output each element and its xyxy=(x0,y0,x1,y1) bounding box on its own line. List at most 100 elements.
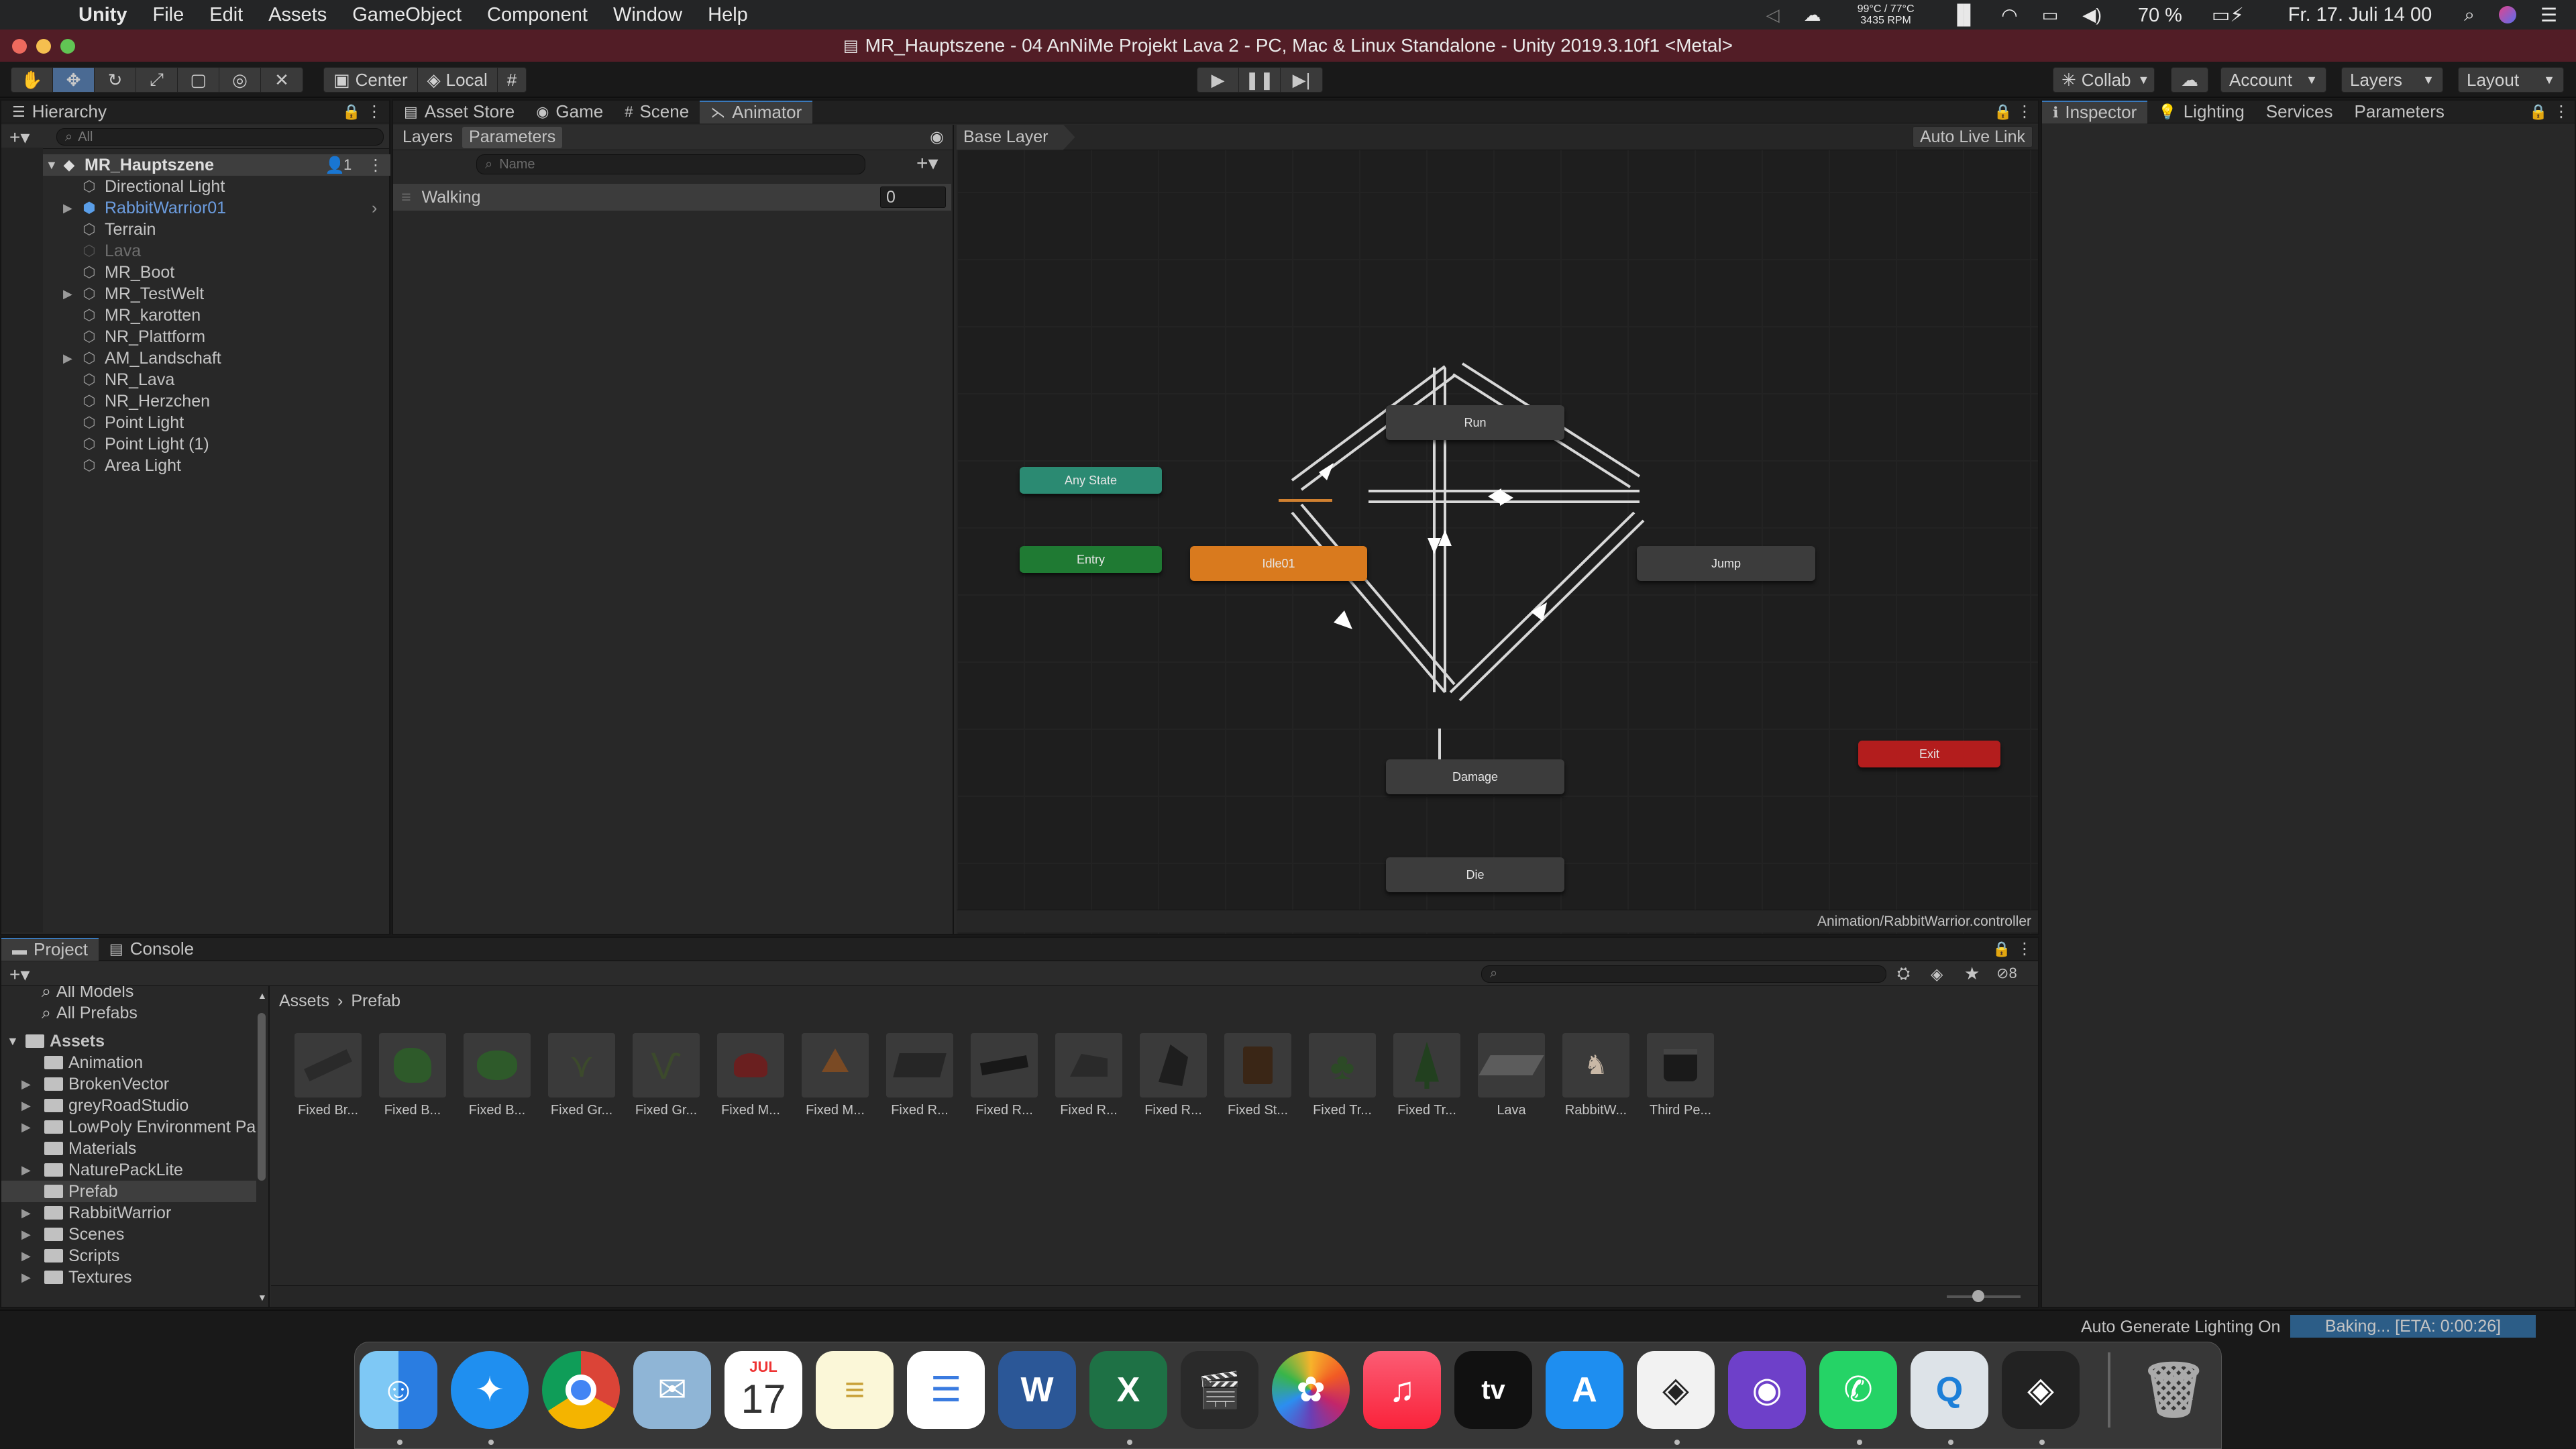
drag-handle-icon[interactable]: ≡ xyxy=(401,188,411,207)
state-exit[interactable]: Exit xyxy=(1858,741,2000,767)
grid-snap-icon[interactable]: # xyxy=(498,68,526,92)
state-die[interactable]: Die xyxy=(1386,857,1564,892)
folder-item-selected[interactable]: Prefab xyxy=(1,1181,256,1202)
wifi-icon[interactable]: ◠ xyxy=(2001,4,2017,26)
parameter-value-field[interactable]: 0 xyxy=(880,186,946,208)
pivot-local-button[interactable]: ◈ Local xyxy=(418,68,498,92)
tab-hierarchy[interactable]: ☰ Hierarchy xyxy=(1,101,117,123)
asset-item[interactable]: Fixed M... xyxy=(714,1033,788,1118)
tab-scene[interactable]: # Scene xyxy=(614,101,700,123)
step-icon[interactable]: ▶| xyxy=(1281,68,1322,92)
state-any-state[interactable]: Any State xyxy=(1020,467,1162,494)
custom-tool-icon[interactable]: ✕ xyxy=(261,68,303,92)
asset-item[interactable]: Third Pe... xyxy=(1644,1033,1717,1118)
hierarchy-item[interactable]: ⬡ Point Light xyxy=(1,412,390,433)
tab-lighting[interactable]: 💡 Lighting xyxy=(2147,101,2255,123)
asset-item[interactable]: Fixed M... xyxy=(798,1033,872,1118)
tab-parameters[interactable]: Parameters xyxy=(2344,101,2455,123)
add-icon[interactable]: +▾ xyxy=(9,963,30,985)
hierarchy-item[interactable]: ⬡ MR_karotten xyxy=(1,305,390,326)
subtab-parameters[interactable]: Parameters xyxy=(462,126,563,148)
more-options-icon[interactable]: ⋮ xyxy=(366,102,382,121)
cloud-icon[interactable]: ☁ xyxy=(2171,67,2208,93)
add-parameter-icon[interactable]: +▾ xyxy=(916,152,938,175)
parameter-search-input[interactable]: ⌕ Name xyxy=(476,154,865,174)
rect-tool-icon[interactable]: ▢ xyxy=(178,68,219,92)
dock-apple-tv-icon[interactable]: tv xyxy=(1454,1351,1532,1429)
asset-item[interactable]: ⋎ Fixed Gr... xyxy=(545,1033,619,1118)
folder-item[interactable]: ▶ NaturePackLite xyxy=(21,1159,183,1181)
dock-photos-icon[interactable]: ✿ xyxy=(1272,1351,1350,1429)
menu-file[interactable]: File xyxy=(140,4,197,26)
state-entry[interactable]: Entry xyxy=(1020,546,1162,573)
tab-game[interactable]: ◉ Game xyxy=(525,101,614,123)
hierarchy-item[interactable]: ⬡ Terrain xyxy=(1,219,390,240)
account-dropdown[interactable]: Account ▼ xyxy=(2220,67,2326,93)
search-by-label-icon[interactable]: ◈ xyxy=(1931,965,1943,984)
menu-help[interactable]: Help xyxy=(695,4,761,26)
menu-edit[interactable]: Edit xyxy=(197,4,256,26)
zoom-window-button[interactable] xyxy=(60,39,75,54)
rotate-tool-icon[interactable]: ↻ xyxy=(95,68,136,92)
lock-icon[interactable]: 🔒 xyxy=(342,103,360,121)
dock-finder-icon[interactable]: ☺ xyxy=(360,1351,437,1429)
dock-notes-icon[interactable]: ≡ xyxy=(816,1351,894,1429)
hierarchy-item[interactable]: ⬡ Point Light (1) xyxy=(1,433,390,455)
state-run[interactable]: Run xyxy=(1386,405,1564,440)
fan-status-icon[interactable]: ☁ xyxy=(1804,5,1821,25)
dock-reminders-icon[interactable]: ☰ xyxy=(907,1351,985,1429)
more-options-icon[interactable]: ⋮ xyxy=(2017,102,2033,121)
siri-icon[interactable] xyxy=(2498,6,2516,23)
dock-final-cut-icon[interactable]: 🎬 xyxy=(1181,1351,1258,1429)
more-options-icon[interactable]: ⋮ xyxy=(2017,939,2033,959)
asset-item[interactable]: Fixed R... xyxy=(883,1033,957,1118)
assets-root[interactable]: ▼ Assets xyxy=(7,1030,105,1052)
folder-item[interactable]: Materials xyxy=(21,1138,136,1159)
dock-excel-icon[interactable]: X xyxy=(1089,1351,1167,1429)
hierarchy-item[interactable]: ▶ ⬢ RabbitWarrior01 › xyxy=(1,197,390,219)
hierarchy-item[interactable]: ⬡ Lava xyxy=(1,240,390,262)
lock-icon[interactable]: 🔒 xyxy=(1994,103,2012,121)
scroll-down-icon[interactable]: ▼ xyxy=(258,1292,267,1303)
visibility-eye-icon[interactable]: ◉ xyxy=(930,127,944,147)
folder-item[interactable]: ▶ BrokenVector xyxy=(21,1073,169,1095)
menu-window[interactable]: Window xyxy=(600,4,695,26)
window-manager-icon[interactable]: ▐▌ xyxy=(1951,4,1978,25)
hierarchy-item[interactable]: ⬡ NR_Plattform xyxy=(1,326,390,347)
baking-progress-bar[interactable]: Baking... [ETA: 0:00:26] xyxy=(2290,1315,2536,1338)
pause-icon[interactable]: ❚❚ xyxy=(1239,68,1281,92)
add-icon[interactable]: +▾ xyxy=(9,126,30,148)
asset-item[interactable]: Ѵ Fixed Gr... xyxy=(629,1033,703,1118)
hidden-packages-icon[interactable]: ⊘8 xyxy=(1996,965,2017,982)
close-window-button[interactable] xyxy=(12,39,27,54)
state-damage[interactable]: Damage xyxy=(1386,759,1564,794)
hand-tool-icon[interactable]: ✋ xyxy=(11,68,53,92)
dock-chrome-icon[interactable] xyxy=(542,1351,620,1429)
state-jump[interactable]: Jump xyxy=(1637,546,1815,581)
dock-mail-icon[interactable]: ✉ xyxy=(633,1351,711,1429)
dock-music-icon[interactable]: ♫ xyxy=(1363,1351,1441,1429)
asset-item[interactable]: ♣ Fixed Tr... xyxy=(1305,1033,1379,1118)
asset-item[interactable]: Fixed B... xyxy=(376,1033,449,1118)
tab-animator[interactable]: ⋋ Animator xyxy=(700,100,813,123)
search-by-type-icon[interactable]: ⛭ xyxy=(1897,965,1910,983)
hierarchy-search-input[interactable]: ⌕ All xyxy=(56,128,384,146)
project-search-input[interactable]: ⌕ xyxy=(1481,965,1886,983)
asset-item[interactable]: Fixed R... xyxy=(1052,1033,1126,1118)
breadcrumb-prefab[interactable]: Prefab xyxy=(351,991,400,1011)
hierarchy-item[interactable]: ⬡ Directional Light xyxy=(1,176,390,197)
hierarchy-item[interactable]: ▶ ⬡ MR_TestWelt xyxy=(1,283,390,305)
breadcrumb-assets[interactable]: Assets xyxy=(279,991,329,1011)
folder-item[interactable]: ▶ Scenes xyxy=(21,1224,124,1245)
more-options-icon[interactable]: ⋮ xyxy=(2553,102,2569,121)
hierarchy-item[interactable]: ⬡ NR_Lava xyxy=(1,369,390,390)
layout-dropdown[interactable]: Layout ▼ xyxy=(2458,67,2564,93)
hierarchy-item[interactable]: ▶ ⬡ AM_Landschaft xyxy=(1,347,390,369)
menu-component[interactable]: Component xyxy=(474,4,600,26)
screen-mirror-icon[interactable]: ◁ xyxy=(1766,5,1780,25)
dock-calendar-icon[interactable]: JUL 17 xyxy=(724,1351,802,1429)
favorite-item[interactable]: ⌕ All Models xyxy=(42,986,133,1002)
chevron-right-icon[interactable]: › xyxy=(372,199,377,218)
dock-trash-icon[interactable]: 🗑 xyxy=(2135,1351,2212,1429)
minimize-window-button[interactable] xyxy=(36,39,51,54)
